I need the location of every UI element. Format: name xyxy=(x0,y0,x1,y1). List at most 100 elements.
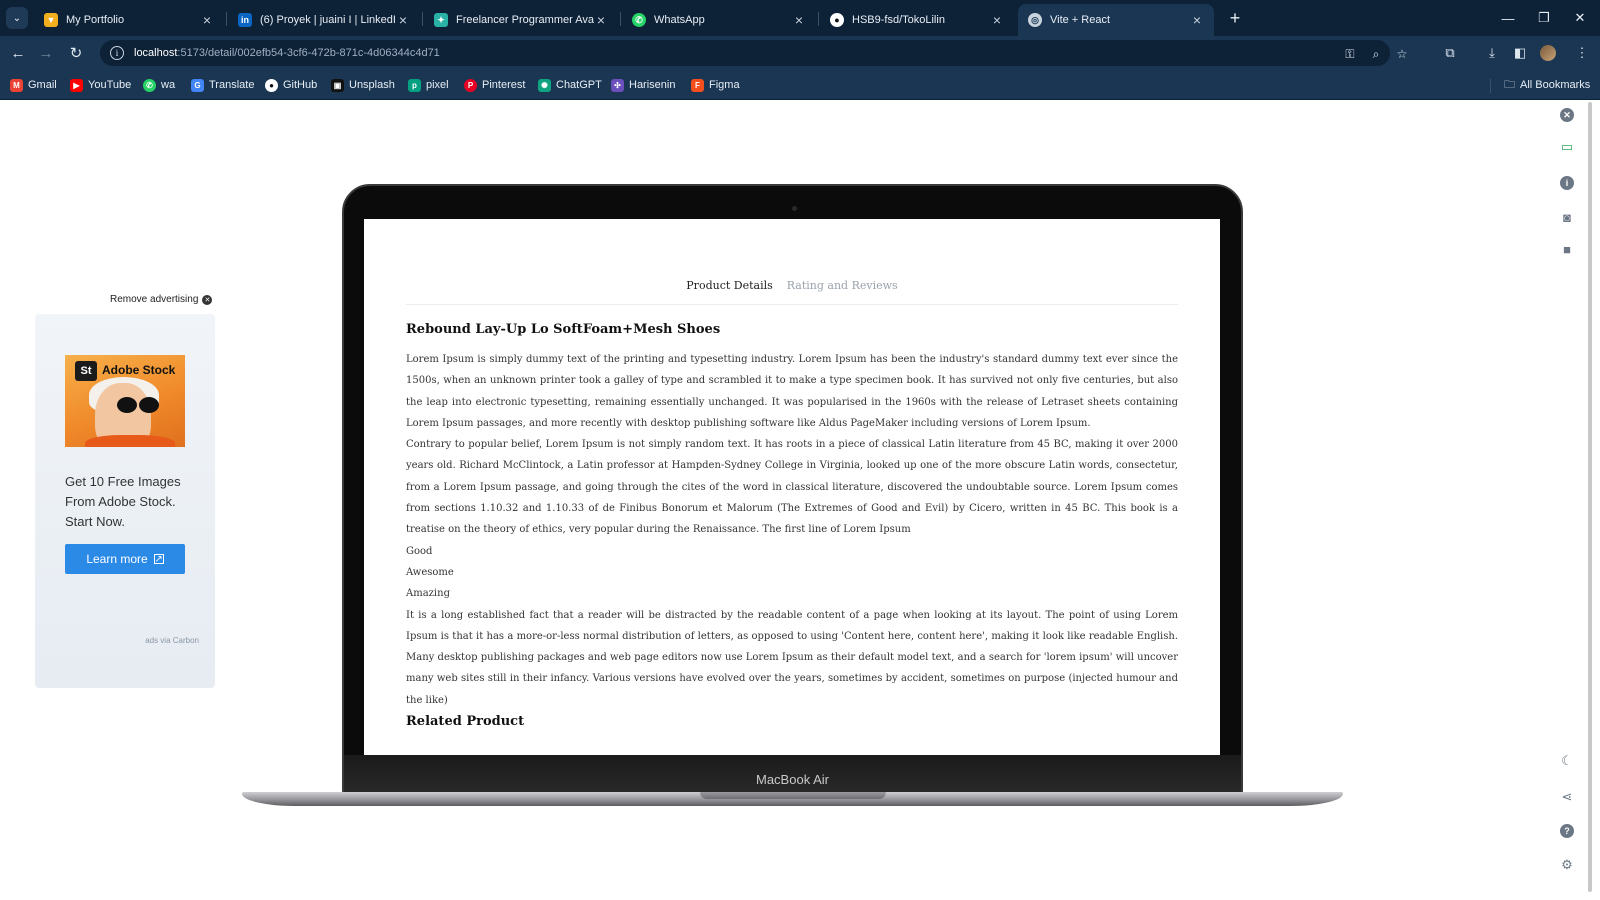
camera-icon[interactable]: ◙ xyxy=(1558,208,1576,226)
external-link-icon: ↗ xyxy=(153,553,164,565)
profile-avatar[interactable] xyxy=(1540,45,1556,61)
whatsapp-icon: ✆ xyxy=(143,78,156,92)
bookmark-label: ChatGPT xyxy=(556,79,602,91)
tab-close-icon[interactable]: × xyxy=(990,12,1004,28)
bookmark-pinterest[interactable]: P Pinterest xyxy=(464,77,525,93)
share-icon[interactable]: ⋖ xyxy=(1558,788,1576,806)
bookmark-github[interactable]: ● GitHub xyxy=(265,77,317,93)
tab-freelancer[interactable]: ✦ Freelancer Programmer Availab × xyxy=(424,4,618,36)
tab-close-icon[interactable]: × xyxy=(200,12,214,28)
tab-close-icon[interactable]: × xyxy=(396,12,410,28)
all-bookmarks-button[interactable]: 🗀 All Bookmarks xyxy=(1504,77,1590,93)
download-icon[interactable]: ⤓ xyxy=(1480,41,1504,65)
password-key-icon[interactable]: ⚿ xyxy=(1342,46,1358,62)
related-product-heading: Related Product xyxy=(406,714,525,729)
page-scrollbar[interactable] xyxy=(1588,102,1592,892)
reload-icon[interactable]: ↻ xyxy=(64,41,88,65)
folder-icon: 🗀 xyxy=(1504,78,1515,91)
zoom-icon[interactable]: ⌕ xyxy=(1368,46,1384,62)
tab-linkedin[interactable]: in (6) Proyek | juaini I | LinkedIn × xyxy=(228,4,420,36)
learn-more-button[interactable]: Learn more ↗ xyxy=(65,544,185,574)
linkedin-favicon-icon: in xyxy=(238,13,252,27)
bookmark-chatgpt[interactable]: ✺ ChatGPT xyxy=(538,77,602,93)
harisenin-icon: ✣ xyxy=(611,78,624,92)
bookmark-label: Figma xyxy=(709,79,740,91)
bookmark-figma[interactable]: F Figma xyxy=(691,77,740,93)
settings-icon[interactable]: ⚙ xyxy=(1558,856,1576,874)
bookmark-star-icon[interactable]: ☆ xyxy=(1394,46,1410,62)
description-line: Awesome xyxy=(406,566,454,578)
info-icon[interactable]: i xyxy=(1558,174,1576,192)
bookmark-wa[interactable]: ✆ wa xyxy=(143,77,175,93)
bookmarks-divider xyxy=(1490,79,1491,93)
laptop-bezel-chin: MacBook Air xyxy=(344,755,1241,795)
tab-github[interactable]: ● HSB9-fsd/TokoLilin × xyxy=(820,4,1014,36)
tab-title: (6) Proyek | juaini I | LinkedIn xyxy=(260,14,396,26)
restore-icon[interactable]: ❐ xyxy=(1526,6,1562,30)
laptop-screen: Product Details Rating and Reviews Rebou… xyxy=(364,219,1220,755)
side-panel-icon[interactable]: ◧ xyxy=(1508,41,1532,65)
remove-advertising-link[interactable]: Remove advertising ✕ xyxy=(110,294,213,305)
remove-advertising-label: Remove advertising xyxy=(110,294,199,305)
tab-whatsapp[interactable]: ✆ WhatsApp × xyxy=(622,4,816,36)
description-paragraph: It is a long established fact that a rea… xyxy=(406,609,1178,706)
bookmark-unsplash[interactable]: ▣ Unsplash xyxy=(331,77,395,93)
responsive-icon[interactable]: ▭ xyxy=(1558,138,1576,156)
freelancer-favicon-icon: ✦ xyxy=(434,13,448,27)
all-bookmarks-label: All Bookmarks xyxy=(1520,79,1591,91)
tab-rating-reviews[interactable]: Rating and Reviews xyxy=(787,279,898,304)
bookmark-gmail[interactable]: M Gmail xyxy=(10,77,57,93)
tab-title: My Portfolio xyxy=(66,14,125,26)
bookmark-harisenin[interactable]: ✣ Harisenin xyxy=(611,77,675,93)
globe-favicon-icon: ◎ xyxy=(1028,13,1042,27)
tab-divider xyxy=(620,12,621,26)
forward-arrow-icon[interactable]: → xyxy=(34,41,58,65)
laptop-camera xyxy=(792,206,797,211)
tab-search-button[interactable]: ⌄ xyxy=(6,7,28,29)
translate-icon: G xyxy=(191,78,204,92)
back-arrow-icon[interactable]: ← xyxy=(6,41,30,65)
youtube-icon: ▶ xyxy=(70,78,83,92)
tab-close-icon[interactable]: × xyxy=(1190,12,1204,28)
bookmark-translate[interactable]: G Translate xyxy=(191,77,254,93)
site-info-icon[interactable]: i xyxy=(110,46,124,60)
description-paragraph: Lorem Ipsum is simply dummy text of the … xyxy=(406,354,1178,429)
product-description: Lorem Ipsum is simply dummy text of the … xyxy=(406,349,1178,711)
extensions-puzzle-icon[interactable]: ⧉ xyxy=(1438,41,1462,65)
gmail-icon: M xyxy=(10,78,23,92)
tab-my-portfolio[interactable]: ▼ My Portfolio × xyxy=(34,4,224,36)
learn-more-label: Learn more xyxy=(86,552,148,566)
video-icon[interactable]: ■ xyxy=(1558,240,1576,258)
tab-title: HSB9-fsd/TokoLilin xyxy=(852,14,945,26)
tab-title: WhatsApp xyxy=(654,14,705,26)
tab-product-details[interactable]: Product Details xyxy=(686,279,772,304)
bookmark-youtube[interactable]: ▶ YouTube xyxy=(70,77,131,93)
ad-card[interactable]: St Adobe Stock Get 10 Free Images From A… xyxy=(35,314,215,688)
adobe-stock-brand: Adobe Stock xyxy=(102,363,176,377)
ad-text[interactable]: Get 10 Free Images From Adobe Stock. Sta… xyxy=(65,472,195,532)
browser-tab-bar: ⌄ ▼ My Portfolio × in (6) Proyek | juain… xyxy=(0,0,1600,36)
bookmark-label: GitHub xyxy=(283,79,318,91)
close-ad-icon: ✕ xyxy=(202,294,213,305)
new-tab-button[interactable]: + xyxy=(1224,7,1246,29)
ad-image[interactable]: St Adobe Stock xyxy=(65,355,185,447)
adobe-stock-logo: St xyxy=(75,361,97,381)
bookmark-label: wa xyxy=(161,79,176,91)
moon-icon[interactable]: ☾ xyxy=(1558,752,1576,770)
bookmark-label: YouTube xyxy=(88,79,132,91)
close-icon[interactable]: ✕ xyxy=(1558,106,1576,124)
url-path: :5173/detail/002efb54-3cf6-472b-871c-4d0… xyxy=(177,47,440,59)
description-paragraph: Contrary to popular belief, Lorem Ipsum … xyxy=(406,439,1178,536)
minimize-icon[interactable]: — xyxy=(1490,6,1526,30)
window-close-icon[interactable]: ✕ xyxy=(1562,6,1598,30)
ads-via-carbon-link[interactable]: ads via Carbon xyxy=(145,636,199,645)
tab-vite-react[interactable]: ◎ Vite + React × xyxy=(1018,4,1214,36)
bookmark-pixel[interactable]: p pixel xyxy=(408,77,449,93)
tab-close-icon[interactable]: × xyxy=(594,12,608,28)
browser-toolbar: ← → ↻ i localhost:5173/detail/002efb54-3… xyxy=(0,36,1600,70)
tab-close-icon[interactable]: × xyxy=(792,12,806,28)
device-label: MacBook Air xyxy=(756,771,829,787)
help-icon[interactable]: ? xyxy=(1558,822,1576,840)
address-bar[interactable]: i localhost:5173/detail/002efb54-3cf6-47… xyxy=(100,40,1407,66)
menu-kebab-icon[interactable]: ⋮ xyxy=(1570,41,1594,65)
